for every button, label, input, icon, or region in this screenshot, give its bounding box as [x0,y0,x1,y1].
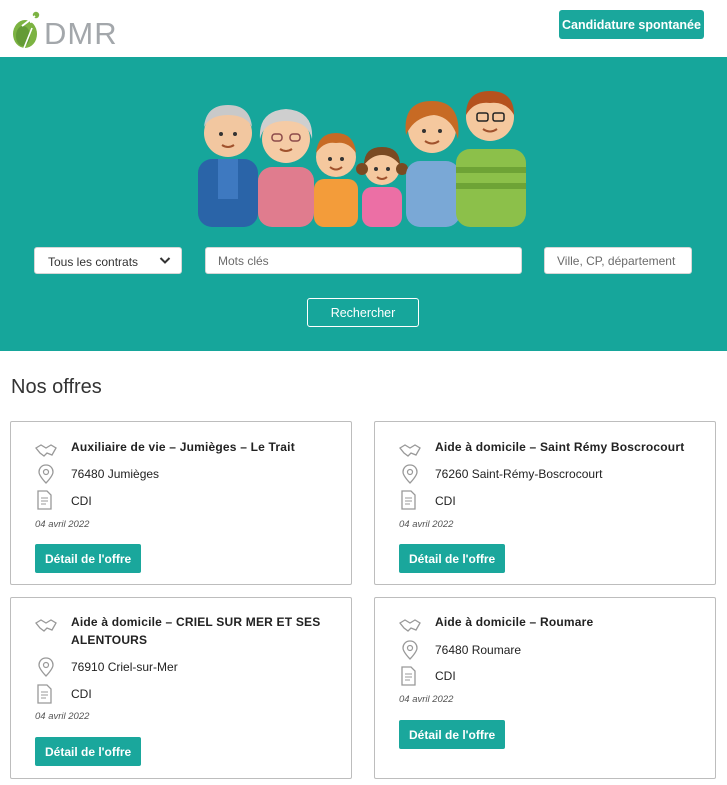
offer-date: 04 avril 2022 [35,711,90,722]
offer-contract: CDI [71,494,92,508]
offer-location: 76260 Saint-Rémy-Boscrocourt [435,467,603,481]
family-illustration [198,91,526,227]
grandma-figure [258,109,314,227]
contract-select-value: Tous les contrats [48,255,139,269]
offer-date: 04 avril 2022 [35,519,90,530]
offer-detail-button[interactable]: Détail de l'offre [399,720,506,749]
handshake-icon [399,619,421,632]
document-icon [401,490,416,510]
location-input[interactable] [544,247,692,274]
father-figure [456,91,526,227]
offer-contract: CDI [435,494,456,508]
offer-date: 04 avril 2022 [399,694,454,705]
keywords-input[interactable] [205,247,522,274]
offer-card: Auxiliaire de vie – Jumièges – Le Trait … [10,421,352,585]
offer-detail-button[interactable]: Détail de l'offre [35,737,142,766]
handshake-icon [35,619,57,632]
offer-location: 76480 Jumièges [71,467,160,481]
document-icon [401,666,416,686]
offer-location: 76910 Criel-sur-Mer [71,660,178,674]
contract-type-select[interactable]: Tous les contrats [34,247,182,274]
site-header: DMR Candidature spontanée [0,0,727,57]
offer-title[interactable]: Auxiliaire de vie – Jumièges – Le Trait [71,438,341,456]
offer-date: 04 avril 2022 [399,519,454,530]
grandpa-figure [198,105,258,227]
offer-card: Aide à domicile – CRIEL SUR MER ET SES A… [10,597,352,779]
offer-title[interactable]: Aide à domicile – CRIEL SUR MER ET SES A… [71,613,341,649]
chevron-down-icon [159,257,171,264]
location-pin-icon [38,464,54,484]
document-icon [37,684,52,704]
spontaneous-application-button[interactable]: Candidature spontanée [559,10,704,39]
hero-search-banner: Tous les contrats Rechercher [0,57,727,351]
mother-figure [405,101,460,227]
offer-title[interactable]: Aide à domicile – Roumare [435,613,705,631]
boy-figure [314,133,358,227]
search-button[interactable]: Rechercher [307,298,419,327]
handshake-icon [399,444,421,457]
offer-location: 76480 Roumare [435,643,522,657]
offers-heading: Nos offres [11,376,102,398]
offer-contract: CDI [71,687,92,701]
offer-contract: CDI [435,669,456,683]
offer-title[interactable]: Aide à domicile – Saint Rémy Boscrocourt [435,438,705,456]
document-icon [37,490,52,510]
admr-logo[interactable]: DMR [10,8,117,52]
offer-detail-button[interactable]: Détail de l'offre [399,544,506,573]
logo-text: DMR [44,16,118,51]
location-pin-icon [402,640,418,660]
offer-card: Aide à domicile – Saint Rémy Boscrocourt… [374,421,716,585]
offer-card: Aide à domicile – Roumare 76480 Roumare … [374,597,716,779]
girl-figure [356,147,408,227]
location-pin-icon [402,464,418,484]
location-pin-icon [38,657,54,677]
handshake-icon [35,444,57,457]
offer-detail-button[interactable]: Détail de l'offre [35,544,142,573]
